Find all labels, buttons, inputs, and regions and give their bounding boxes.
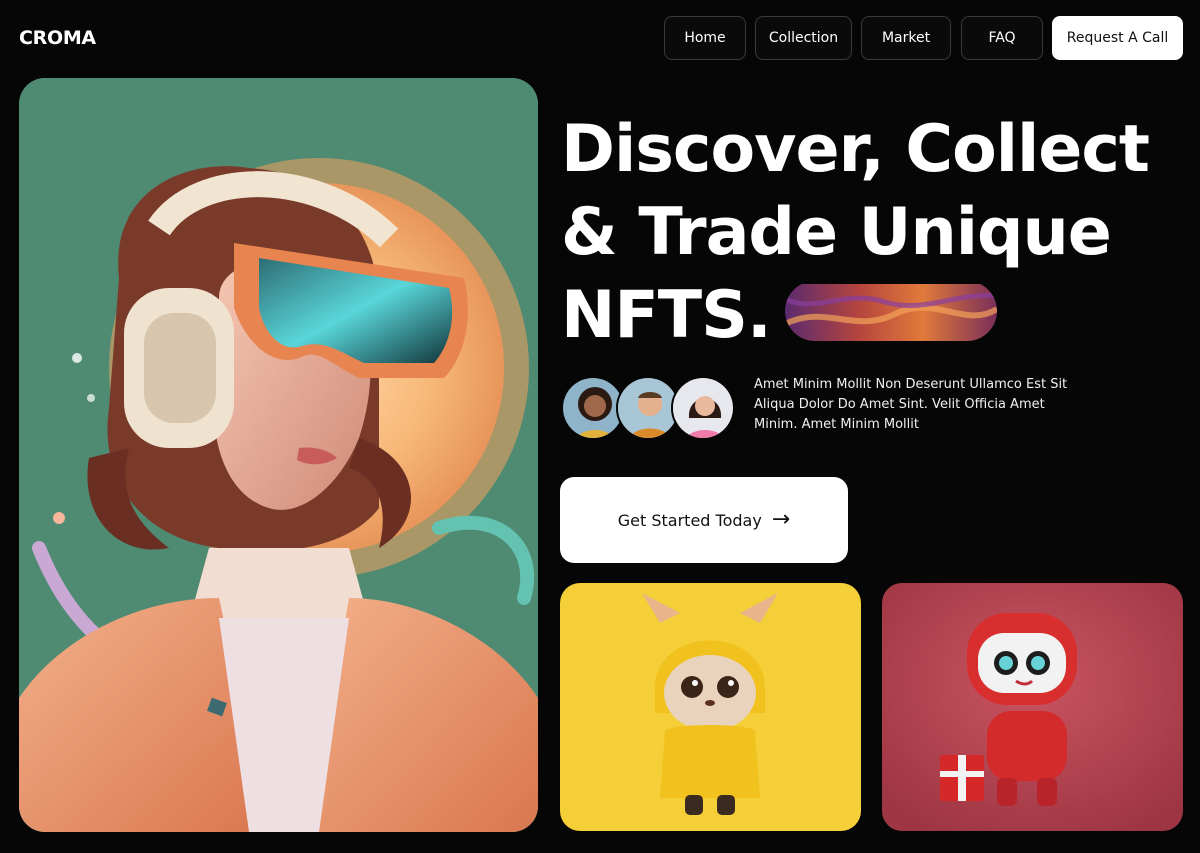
hero-headline: Discover, Collect & Trade Unique NFTS.	[561, 108, 1181, 357]
nav-market-button[interactable]: Market	[861, 16, 951, 60]
hero-illustration	[19, 78, 538, 832]
lava-texture-pill	[784, 281, 997, 341]
headline-line-1: Discover, Collect	[561, 112, 1150, 187]
nav-faq-button[interactable]: FAQ	[961, 16, 1043, 60]
nft-card-kitten[interactable]	[560, 583, 861, 831]
hero-image-card	[19, 78, 538, 832]
headline-line-2: & Trade Unique	[561, 195, 1112, 270]
kitten-raincoat-image	[560, 583, 861, 831]
nft-card-robot[interactable]	[882, 583, 1183, 831]
get-started-label: Get Started Today	[617, 510, 762, 530]
avatar-3-image	[673, 378, 733, 438]
nav-collection-button[interactable]: Collection	[755, 16, 852, 60]
headline-line-3-wrap: NFTS.	[561, 274, 1181, 357]
nav-home-button[interactable]: Home	[664, 16, 746, 60]
headline-line-3: NFTS.	[561, 278, 772, 353]
top-nav: Home Collection Market FAQ Request A Cal…	[0, 16, 1200, 60]
arrow-right-icon: →	[771, 507, 791, 532]
red-robot-image	[882, 583, 1183, 831]
request-call-button[interactable]: Request A Call	[1052, 16, 1183, 60]
avatar-woman-pink-top[interactable]	[671, 376, 735, 440]
hero-description: Amet Minim Mollit Non Deserunt Ullamco E…	[754, 377, 1068, 432]
lava-texture-image	[784, 283, 997, 341]
avatar-group	[561, 376, 736, 440]
get-started-button[interactable]: Get Started Today →	[560, 477, 848, 563]
